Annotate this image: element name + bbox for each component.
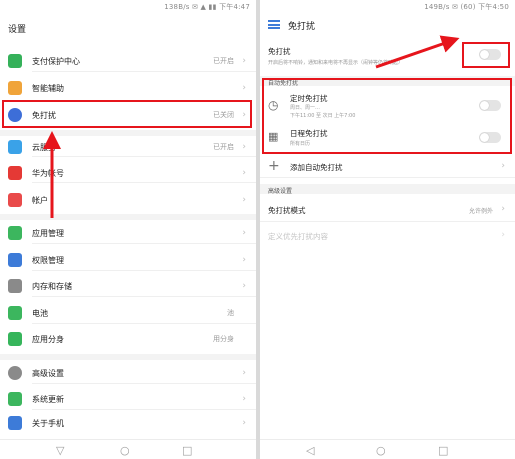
back-button[interactable]: ◁ xyxy=(306,444,314,457)
settings-item-cloud[interactable]: 云服务 已开启 › xyxy=(0,137,256,157)
settings-item-apps[interactable]: 应用管理 › xyxy=(0,222,256,244)
settings-item-label: 权限管理 xyxy=(32,255,64,265)
settings-item-value: 已开启 xyxy=(213,143,234,151)
recents-button[interactable]: □ xyxy=(438,444,448,457)
menu-icon[interactable] xyxy=(268,20,280,29)
settings-item-value: 池 xyxy=(227,309,234,317)
settings-item-label: 电池 xyxy=(32,308,48,318)
chevron-right-icon: › xyxy=(242,228,246,238)
key-icon xyxy=(8,253,22,267)
settings-item-payment-protection[interactable]: 支付保护中心 已开启 › xyxy=(0,50,256,72)
navigation-bar: ▽ ○ □ xyxy=(0,439,256,459)
recents-button[interactable]: □ xyxy=(182,444,192,457)
settings-item-label: 关于手机 xyxy=(32,418,64,428)
highlight-box xyxy=(2,100,252,128)
chevron-right-icon: › xyxy=(242,142,246,152)
user-icon xyxy=(8,193,22,207)
shield-icon xyxy=(8,54,22,68)
apps-icon xyxy=(8,226,22,240)
chevron-right-icon: › xyxy=(242,195,246,205)
plus-icon: + xyxy=(268,158,280,174)
chevron-right-icon: › xyxy=(242,418,246,428)
highlight-box xyxy=(262,78,512,154)
app-twin-icon xyxy=(8,332,22,346)
add-auto-dnd-row[interactable]: + 添加自动免打扰 › xyxy=(260,156,515,178)
priority-label: 定义优先打扰内容 xyxy=(268,232,328,241)
settings-item-battery[interactable]: 电池 池 xyxy=(0,302,256,324)
chevron-right-icon: › xyxy=(242,281,246,291)
settings-item-label: 系统更新 xyxy=(32,394,64,404)
home-button[interactable]: ○ xyxy=(120,444,130,457)
chevron-right-icon: › xyxy=(242,255,246,265)
dnd-description: 开启后将不响铃，通知和来电将不再显示（闹钟等仍将响起） xyxy=(268,60,404,66)
chevron-right-icon: › xyxy=(501,204,505,214)
settings-item-label: 云服务 xyxy=(32,142,56,152)
settings-item-value: 用分身 xyxy=(213,335,234,343)
highlight-box xyxy=(462,42,510,68)
settings-screen: 138B/s ✉ ▲ ▮▮ 下午4:47 设置 支付保护中心 已开启 › 智能辅… xyxy=(0,0,256,459)
settings-item-label: 智能辅助 xyxy=(32,83,64,93)
chevron-right-icon: › xyxy=(242,394,246,404)
dnd-mode-row[interactable]: 免打扰模式 允许例外 › xyxy=(260,198,515,222)
dnd-label: 免打扰 xyxy=(268,47,291,56)
settings-item-permissions[interactable]: 权限管理 › xyxy=(0,249,256,271)
gear-icon xyxy=(8,366,22,380)
chevron-right-icon: › xyxy=(501,230,505,240)
hand-icon xyxy=(8,81,22,95)
battery-icon xyxy=(8,306,22,320)
settings-item-huawei-account[interactable]: 华为帐号 › xyxy=(0,163,256,183)
chevron-right-icon: › xyxy=(242,56,246,66)
settings-item-storage[interactable]: 内存和存储 › xyxy=(0,275,256,297)
dnd-mode-label: 免打扰模式 xyxy=(268,206,306,215)
settings-item-value: 已开启 xyxy=(213,57,234,65)
section-header-advanced: 高级设置 xyxy=(260,184,515,195)
page-title: 设置 xyxy=(8,25,27,35)
settings-item-about-phone[interactable]: 关于手机 › xyxy=(0,414,256,432)
navigation-bar: ◁ ○ □ xyxy=(260,439,515,459)
status-bar: 149B/s ✉ (60) 下午4:50 xyxy=(424,3,509,11)
settings-item-label: 帐户 xyxy=(32,195,48,205)
back-button[interactable]: ▽ xyxy=(56,444,64,457)
chevron-right-icon: › xyxy=(242,83,246,93)
update-icon xyxy=(8,392,22,406)
status-bar: 138B/s ✉ ▲ ▮▮ 下午4:47 xyxy=(164,3,250,11)
phone-icon xyxy=(8,416,22,430)
settings-item-advanced[interactable]: 高级设置 › xyxy=(0,362,256,384)
settings-item-system-update[interactable]: 系统更新 › xyxy=(0,388,256,410)
add-rule-label: 添加自动免打扰 xyxy=(290,163,343,172)
settings-item-smart-assistance[interactable]: 智能辅助 › xyxy=(0,77,256,99)
settings-item-label: 高级设置 xyxy=(32,368,64,378)
priority-content-row[interactable]: 定义优先打扰内容 › xyxy=(260,224,515,248)
settings-item-accounts[interactable]: 帐户 › xyxy=(0,190,256,210)
settings-item-label: 华为帐号 xyxy=(32,168,64,178)
page-title: 免打扰 xyxy=(288,22,316,32)
settings-item-label: 内存和存储 xyxy=(32,281,72,291)
settings-item-label: 应用管理 xyxy=(32,228,64,238)
dnd-mode-value: 允许例外 xyxy=(468,208,493,215)
huawei-logo-icon xyxy=(8,166,22,180)
do-not-disturb-screen: 149B/s ✉ (60) 下午4:50 免打扰 免打扰 开启后将不响铃，通知和… xyxy=(260,0,515,459)
chevron-right-icon: › xyxy=(242,368,246,378)
chevron-right-icon: › xyxy=(501,161,505,171)
header: 免打扰 xyxy=(260,12,515,40)
cloud-icon xyxy=(8,140,22,154)
settings-item-label: 应用分身 xyxy=(32,334,64,344)
home-button[interactable]: ○ xyxy=(376,444,386,457)
storage-icon xyxy=(8,279,22,293)
chevron-right-icon: › xyxy=(242,168,246,178)
settings-item-label: 支付保护中心 xyxy=(32,56,80,66)
settings-item-app-twin[interactable]: 应用分身 用分身 xyxy=(0,328,256,350)
